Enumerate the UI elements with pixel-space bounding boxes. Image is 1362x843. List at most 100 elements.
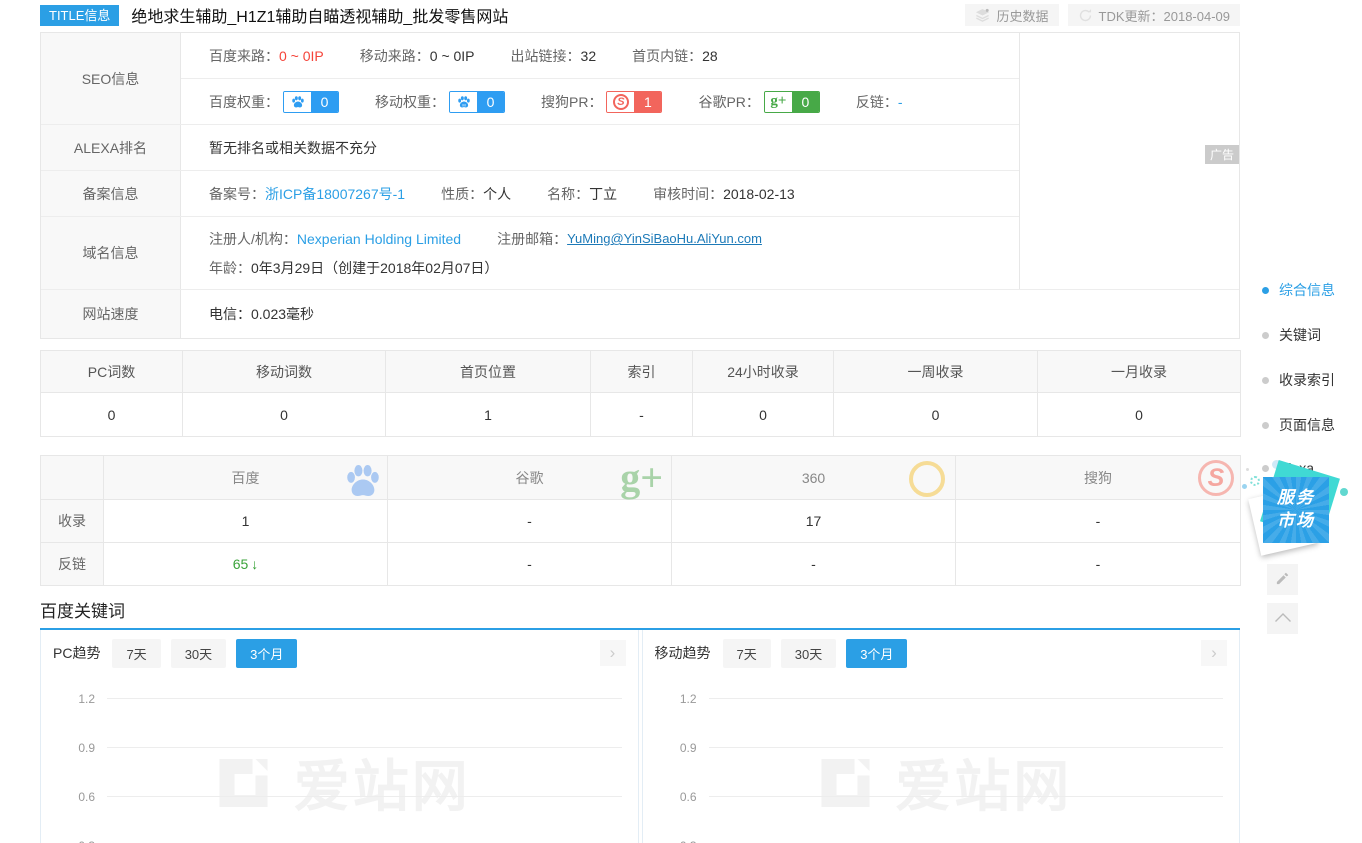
- domain-age-pair: 年龄：0年3月29日（创建于2018年02月07日）: [209, 258, 498, 278]
- pencil-icon: [1275, 571, 1290, 589]
- baidu-weight-badge[interactable]: 0: [283, 91, 339, 113]
- service-market-widget[interactable]: 服务 市场: [1252, 462, 1352, 562]
- pc-trend-title: PC趋势: [53, 643, 100, 663]
- pc-trend-7d-button[interactable]: 7天: [112, 639, 160, 668]
- page-title: 绝地求生辅助_H1Z1辅助自瞄透视辅助_批发零售网站: [131, 3, 508, 27]
- baidu-weight-stat: 百度权重： 0: [209, 91, 339, 113]
- seo-info-label: SEO信息: [41, 33, 181, 124]
- tdk-update-button[interactable]: TDK更新：2018-04-09: [1068, 4, 1241, 26]
- search-engine-table: 百度 谷歌 g+ 360 搜狗 S 收录 1 - 17 - 反链 65↓ - -…: [40, 455, 1241, 586]
- baidu-keyword-title: 百度关键词: [40, 597, 125, 622]
- engine-header-sogou: 搜狗 S: [956, 456, 1241, 500]
- baidu-mobile-paw-icon: M: [450, 92, 477, 112]
- stats-header: PC词数: [41, 351, 183, 393]
- mobile-trend-3m-button[interactable]: 3个月: [846, 639, 907, 668]
- engine-header-google: 谷歌 g+: [388, 456, 672, 500]
- ad-area[interactable]: 广告: [1020, 33, 1239, 289]
- sogou-pr-value: 1: [634, 92, 661, 112]
- mobile-trend-7d-button[interactable]: 7天: [723, 639, 771, 668]
- topbar-actions: 历史数据 TDK更新：2018-04-09: [965, 4, 1240, 26]
- feedback-edit-button[interactable]: [1267, 564, 1298, 595]
- chevron-right-icon: ›: [1211, 643, 1217, 663]
- nav-item-index[interactable]: 收录索引: [1262, 370, 1335, 390]
- 360-collect-value: 17: [672, 500, 956, 543]
- alexa-rank-row: ALEXA排名 暂无排名或相关数据不充分: [41, 125, 1019, 171]
- icp-info-label: 备案信息: [41, 171, 181, 216]
- register-email-link[interactable]: YuMing@YinSiBaoHu.AliYun.com: [567, 231, 762, 246]
- decor-dot: [1242, 484, 1247, 489]
- backlinks-value-link[interactable]: -: [898, 94, 903, 110]
- 360-backlink-value: -: [672, 543, 956, 586]
- 360-circle-icon: [909, 461, 945, 497]
- backlink-row: 反链 65↓ - - -: [41, 543, 1241, 586]
- stats-header: 一月收录: [1038, 351, 1241, 393]
- icp-number-link[interactable]: 浙ICP备18007267号-1: [265, 184, 405, 204]
- google-pr-stat: 谷歌PR： g+ 0: [698, 91, 819, 113]
- sogou-pr-badge[interactable]: S 1: [606, 91, 662, 113]
- mobile-trend-panel: 移动趋势 7天 30天 3个月 › 爱站网 1.2 0.9 0.6 0.3: [642, 630, 1241, 843]
- icp-audit-date-pair: 审核时间：2018-02-13: [653, 184, 795, 204]
- history-data-button[interactable]: 历史数据: [965, 4, 1058, 26]
- mobile-weight-stat: 移动权重： M 0: [375, 91, 505, 113]
- stats-value: 0: [834, 393, 1038, 437]
- stats-header: 首页位置: [386, 351, 591, 393]
- stats-value: -: [591, 393, 693, 437]
- baidu-weight-value: 0: [311, 92, 338, 112]
- tdk-update-label: TDK更新：2018-04-09: [1099, 6, 1231, 25]
- mobile-trend-title: 移动趋势: [655, 643, 711, 663]
- service-market-button[interactable]: 服务 市场: [1263, 477, 1329, 543]
- alexa-rank-value: 暂无排名或相关数据不充分: [209, 138, 377, 158]
- layers-icon: [975, 8, 990, 23]
- ad-tag: 广告: [1205, 145, 1239, 164]
- stats-header: 一周收录: [834, 351, 1038, 393]
- sogou-collect-value: -: [956, 500, 1241, 543]
- baidu-backlink-value[interactable]: 65↓: [104, 543, 388, 586]
- site-info-box: SEO信息 百度来路：0 ~ 0 IP 移动来路：0 ~ 0 IP 出站链接：3…: [40, 32, 1240, 339]
- engine-header-baidu: 百度: [104, 456, 388, 500]
- google-plus-icon: g+: [765, 92, 792, 112]
- pc-trend-expand-button[interactable]: ›: [600, 640, 626, 666]
- mobile-trend-expand-button[interactable]: ›: [1201, 640, 1227, 666]
- chevron-right-icon: ›: [610, 643, 616, 663]
- icp-nature-pair: 性质：个人: [441, 184, 511, 204]
- google-backlink-value: -: [388, 543, 672, 586]
- icp-name-pair: 名称：丁立: [547, 184, 617, 204]
- stats-value: 1: [386, 393, 591, 437]
- pc-trend-3m-button[interactable]: 3个月: [236, 639, 297, 668]
- bullet-icon: [1262, 377, 1269, 384]
- sogou-backlink-value: -: [956, 543, 1241, 586]
- google-pr-badge[interactable]: g+ 0: [764, 91, 820, 113]
- collect-row-label: 收录: [41, 500, 104, 543]
- nav-item-keywords[interactable]: 关键词: [1262, 325, 1335, 345]
- mobile-weight-badge[interactable]: M 0: [449, 91, 505, 113]
- registrant-link[interactable]: Nexperian Holding Limited: [297, 231, 461, 247]
- sogou-s-icon: S: [607, 92, 634, 112]
- outbound-links-stat: 出站链接：32: [511, 46, 597, 66]
- nav-item-general-info[interactable]: 综合信息: [1262, 280, 1335, 300]
- back-to-top-button[interactable]: [1267, 603, 1298, 634]
- baidu-paw-icon: [284, 92, 311, 112]
- pc-trend-panel: PC趋势 7天 30天 3个月 › 爱站网 1.2 0.9 0.6 0.3: [40, 630, 639, 843]
- sogou-s-icon: S: [1198, 460, 1234, 496]
- pc-trend-30d-button[interactable]: 30天: [171, 639, 226, 668]
- trend-charts: PC趋势 7天 30天 3个月 › 爱站网 1.2 0.9 0.6 0.3 移动…: [40, 630, 1240, 843]
- google-collect-value: -: [388, 500, 672, 543]
- bullet-icon: [1262, 422, 1269, 429]
- stats-value: 0: [1038, 393, 1241, 437]
- site-speed-label: 网站速度: [41, 290, 181, 338]
- mobile-trend-chart: 1.2 0.9 0.6 0.3: [643, 692, 1240, 843]
- title-bar: TITLE信息 绝地求生辅助_H1Z1辅助自瞄透视辅助_批发零售网站 历史数据 …: [40, 2, 1240, 28]
- bullet-icon: [1262, 287, 1269, 294]
- google-pr-value: 0: [792, 92, 819, 112]
- domain-info-label: 域名信息: [41, 217, 181, 289]
- mobile-trend-30d-button[interactable]: 30天: [781, 639, 836, 668]
- stats-header: 索引: [591, 351, 693, 393]
- stats-value: 0: [693, 393, 834, 437]
- nav-item-page-info[interactable]: 页面信息: [1262, 415, 1335, 435]
- homepage-internal-links-stat: 首页内链：28: [632, 46, 718, 66]
- stats-header: 24小时收录: [693, 351, 834, 393]
- stats-value: 0: [183, 393, 386, 437]
- decor-dot: [1250, 476, 1260, 486]
- sogou-pr-stat: 搜狗PR： S 1: [541, 91, 662, 113]
- seo-info-row: SEO信息 百度来路：0 ~ 0 IP 移动来路：0 ~ 0 IP 出站链接：3…: [41, 33, 1019, 125]
